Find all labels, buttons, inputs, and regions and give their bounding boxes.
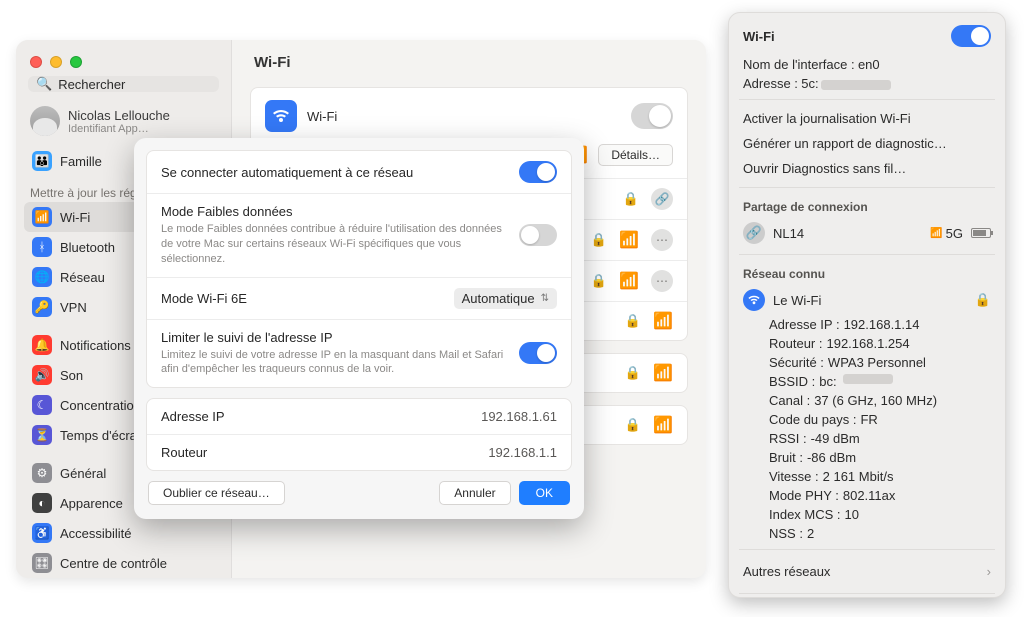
known-network-row[interactable]: Le Wi-Fi 🔒 [739, 285, 995, 315]
network-detail-row: Routeur : 192.168.1.254 [739, 334, 995, 353]
ip-value: 192.168.1.61 [481, 409, 557, 424]
hotspot-icon: 🔗 [743, 222, 765, 244]
wifi-icon [743, 289, 765, 311]
wifi6e-label: Mode Wi-Fi 6E [161, 291, 442, 306]
wifi-menubar-popover: Wi-Fi Nom de l'interface : en0 Adresse :… [728, 12, 1006, 598]
network-detail-row: Sécurité : WPA3 Personnel [739, 353, 995, 372]
redacted-mask [843, 374, 893, 384]
network-detail-row: Canal : 37 (6 GHz, 160 MHz) [739, 391, 995, 410]
known-network-header: Réseau connu [739, 261, 995, 285]
auto-connect-toggle[interactable] [519, 161, 557, 183]
network-detail-row: NSS : 2 [739, 524, 995, 543]
open-diagnostics-link[interactable]: Ouvrir Diagnostics sans fil… [739, 156, 995, 181]
auto-connect-label: Se connecter automatiquement à ce réseau [161, 165, 507, 180]
redacted-mask [821, 80, 891, 90]
router-value: 192.168.1.1 [488, 445, 557, 460]
cell-signal-icon: 📶 5G [930, 226, 963, 241]
low-data-label: Mode Faibles données [161, 204, 507, 219]
limit-ip-toggle[interactable] [519, 342, 557, 364]
limit-ip-label: Limiter le suivi de l'adresse IP [161, 330, 507, 345]
battery-icon [971, 228, 991, 238]
mac-address-line: Adresse : 5c: [739, 74, 995, 93]
chevron-right-icon: › [987, 564, 991, 579]
network-detail-row: Vitesse : 2 161 Mbit/s [739, 467, 995, 486]
network-detail-row: Bruit : -86 dBm [739, 448, 995, 467]
hotspot-row[interactable]: 🔗 NL14 📶 5G [739, 218, 995, 248]
limit-ip-desc: Limitez le suivi de votre adresse IP en … [161, 348, 507, 378]
generate-report-link[interactable]: Générer un rapport de diagnostic… [739, 131, 995, 156]
low-data-desc: Le mode Faibles données contribue à rédu… [161, 222, 507, 267]
network-detail-row: BSSID : bc: [739, 372, 995, 391]
popover-wifi-toggle[interactable] [951, 25, 991, 47]
network-detail-row: Code du pays : FR [739, 410, 995, 429]
cancel-button[interactable]: Annuler [439, 481, 510, 505]
network-details-sheet: Se connecter automatiquement à ce réseau… [134, 138, 584, 519]
updown-icon: ⇅ [541, 293, 549, 304]
forget-network-button[interactable]: Oublier ce réseau… [148, 481, 285, 505]
lock-icon: 🔒 [975, 292, 991, 308]
network-detail-row: Adresse IP : 192.168.1.14 [739, 315, 995, 334]
ip-label: Adresse IP [161, 409, 469, 424]
ok-button[interactable]: OK [519, 481, 570, 505]
network-detail-row: Index MCS : 10 [739, 505, 995, 524]
low-data-toggle[interactable] [519, 224, 557, 246]
network-detail-row: RSSI : -49 dBm [739, 429, 995, 448]
network-detail-row: Mode PHY : 802.11ax [739, 486, 995, 505]
interface-line: Nom de l'interface : en0 [739, 55, 995, 74]
router-label: Routeur [161, 445, 476, 460]
popover-title: Wi-Fi [743, 29, 775, 44]
tethering-header: Partage de connexion [739, 194, 995, 218]
wifi6e-select[interactable]: Automatique ⇅ [454, 288, 557, 309]
enable-logging-link[interactable]: Activer la journalisation Wi-Fi [739, 106, 995, 131]
other-networks-row[interactable]: Autres réseaux › [739, 556, 995, 587]
